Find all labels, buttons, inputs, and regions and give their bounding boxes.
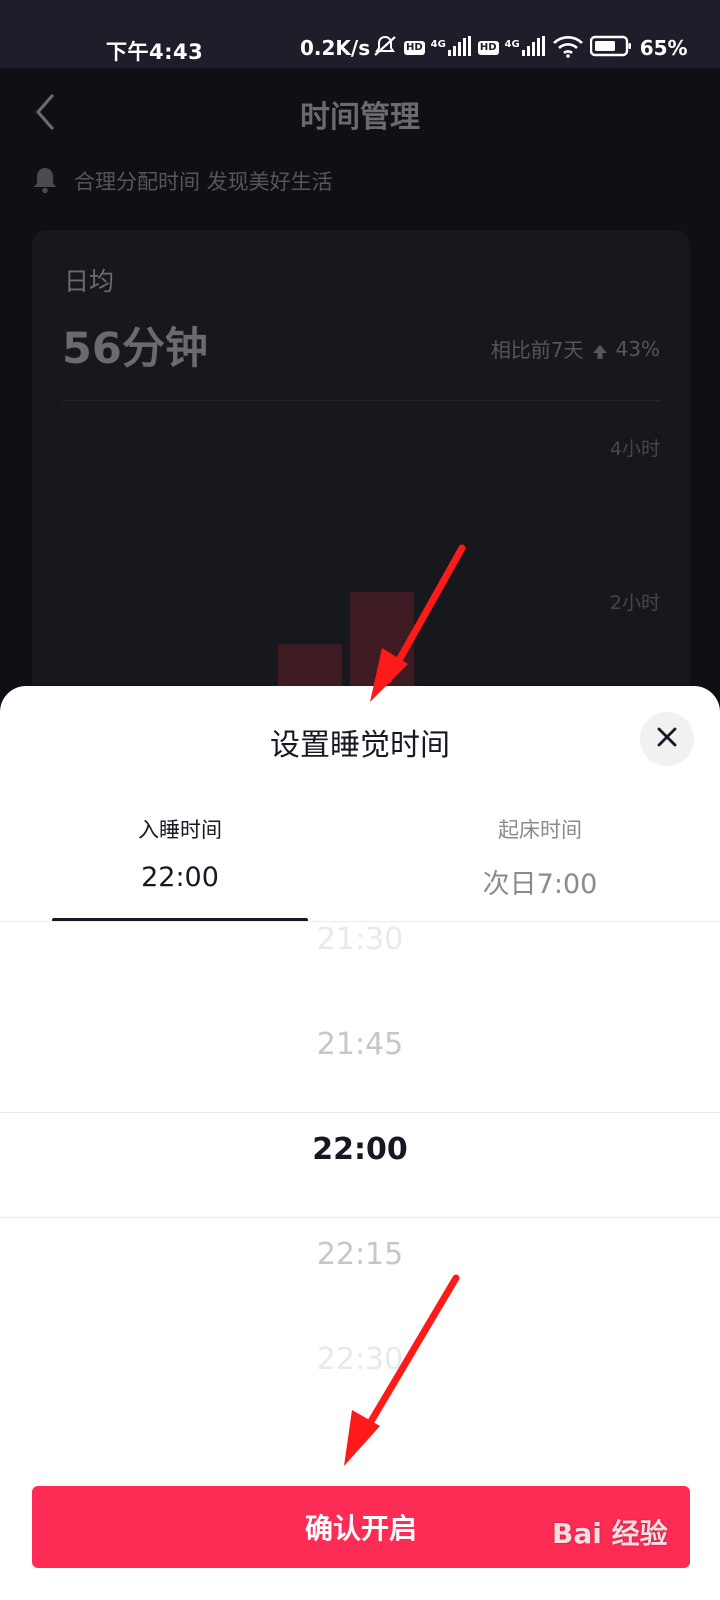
card-divider (62, 400, 660, 401)
mute-icon (372, 34, 398, 62)
tab-value: 22:00 (141, 862, 219, 893)
picker-option[interactable]: 21:45 (0, 1027, 720, 1062)
usage-summary-card: 日均 56分钟 相比前7天 43% 4小时 2小时 (32, 230, 690, 730)
tab-label: 起床时间 (498, 818, 582, 842)
tab-wakeup[interactable]: 起床时间 次日7:00 (360, 814, 720, 901)
signal-icon-2 (521, 36, 546, 60)
bell-icon (32, 166, 58, 194)
hd-badge-2: HD (477, 41, 499, 55)
picker-option-selected[interactable]: 22:00 (0, 1132, 720, 1167)
y-tick-2h: 2小时 (609, 592, 660, 614)
sheet-title: 设置睡觉时间 (270, 728, 450, 763)
network-type-2: 4G (504, 38, 520, 50)
signal-icon (447, 36, 472, 60)
tab-bedtime[interactable]: 入睡时间 22:00 (0, 814, 360, 893)
status-time: 下午4:43 (106, 40, 204, 64)
compare-value: 43% (615, 336, 660, 361)
comparison: 相比前7天 43% (491, 334, 660, 363)
status-icons: HD 4G HD 4G 65% (372, 34, 688, 62)
battery-percent: 65% (639, 36, 688, 60)
arrow-up-icon (592, 341, 608, 359)
compare-label: 相比前7天 (490, 338, 584, 362)
tagline: 合理分配时间 发现美好生活 (74, 170, 333, 194)
battery-icon (589, 35, 632, 61)
watermark-logo: Bai 经验 (552, 1517, 668, 1550)
selection-line-top (0, 1112, 720, 1113)
network-speed: 0.2K/s (300, 36, 371, 60)
daily-average-value: 56分钟 (62, 324, 208, 374)
time-management-page: 时间管理 合理分配时间 发现美好生活 日均 56分钟 相比前7天 43% 4小时… (0, 68, 720, 730)
time-picker[interactable]: 21:30 21:45 22:00 22:15 22:30 (0, 922, 720, 1452)
y-tick-4h: 4小时 (609, 438, 660, 460)
sleep-time-sheet: 设置睡觉时间 入睡时间 22:00 起床时间 次日7:00 21:30 21:4… (0, 686, 720, 1600)
page-title: 时间管理 (300, 100, 420, 135)
selection-line-bottom (0, 1217, 720, 1218)
network-type: 4G (430, 38, 446, 50)
picker-option[interactable]: 22:30 (0, 1342, 720, 1377)
tab-value: 次日7:00 (482, 869, 598, 900)
wifi-icon (552, 34, 584, 62)
close-button[interactable] (640, 712, 694, 766)
tab-label: 入睡时间 (138, 818, 222, 842)
hd-badge: HD (404, 41, 425, 55)
picker-option[interactable]: 22:15 (0, 1237, 720, 1272)
daily-average-label: 日均 (64, 267, 115, 296)
picker-option[interactable]: 21:30 (0, 922, 720, 957)
close-icon (656, 726, 678, 752)
status-bar: 下午4:43 0.2K/s HD 4G HD 4G 65% (0, 0, 720, 68)
